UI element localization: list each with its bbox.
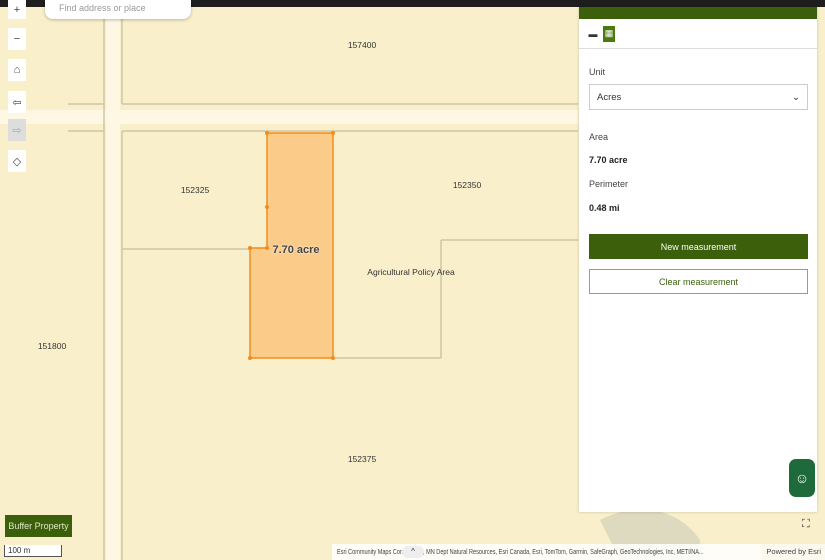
road — [0, 110, 578, 124]
area-value: 7.70 acre — [589, 155, 628, 165]
assistant-robot-icon[interactable]: ☺ — [789, 459, 815, 497]
powered-by-esri[interactable]: Powered by Esri — [762, 544, 825, 560]
area-measure-icon[interactable]: ▦ — [603, 25, 615, 42]
parcel-label: 152375 — [347, 454, 377, 464]
clear-measurement-button[interactable]: Clear measurement — [589, 269, 808, 294]
perimeter-value: 0.48 mi — [589, 203, 620, 213]
home-icon[interactable]: ⌂ — [8, 59, 26, 81]
zoom-in-button[interactable]: + — [8, 0, 26, 19]
new-measurement-button[interactable]: New measurement — [589, 234, 808, 259]
zoom-out-button[interactable]: − — [8, 28, 26, 50]
unit-label: Unit — [589, 67, 606, 77]
scale-bar: 100 m — [4, 545, 62, 557]
parcel-label: 151800 — [37, 341, 67, 351]
next-extent-icon[interactable]: ⇨ — [8, 119, 26, 141]
buffer-property-button[interactable]: Buffer Property — [5, 515, 72, 537]
measure-tools: ▬ ▦ — [579, 19, 817, 49]
area-label: Area — [589, 132, 609, 142]
parcel-label: 152350 — [452, 180, 482, 190]
distance-measure-icon[interactable]: ▬ — [587, 26, 599, 42]
chevron-down-icon: ⌄ — [792, 92, 800, 103]
previous-extent-icon[interactable]: ⇦ — [8, 91, 26, 113]
unit-select[interactable]: Acres ⌄ — [589, 84, 808, 110]
perimeter-label: Perimeter — [589, 179, 629, 189]
zone-label: Agricultural Policy Area — [367, 267, 455, 277]
polygon-area-label: 7.70 acre — [272, 244, 320, 256]
unit-value: Acres — [597, 92, 622, 103]
chevron-up-icon[interactable]: ^ — [402, 546, 424, 558]
search-input[interactable]: Find address or place — [45, 0, 191, 19]
measurement-panel: ▬ ▦ Unit Acres ⌄ Area 7.70 acre Perimeter… — [579, 7, 817, 512]
locate-icon[interactable]: ◇ — [8, 150, 26, 172]
panel-header — [579, 7, 817, 19]
road — [106, 7, 120, 560]
fullscreen-icon[interactable]: ⛶ — [802, 518, 810, 531]
parcel-label: 152325 — [180, 185, 210, 195]
parcel-label: 157400 — [347, 40, 377, 50]
attribution-text: Esri Community Maps Contributors, MN Dep… — [337, 547, 704, 556]
